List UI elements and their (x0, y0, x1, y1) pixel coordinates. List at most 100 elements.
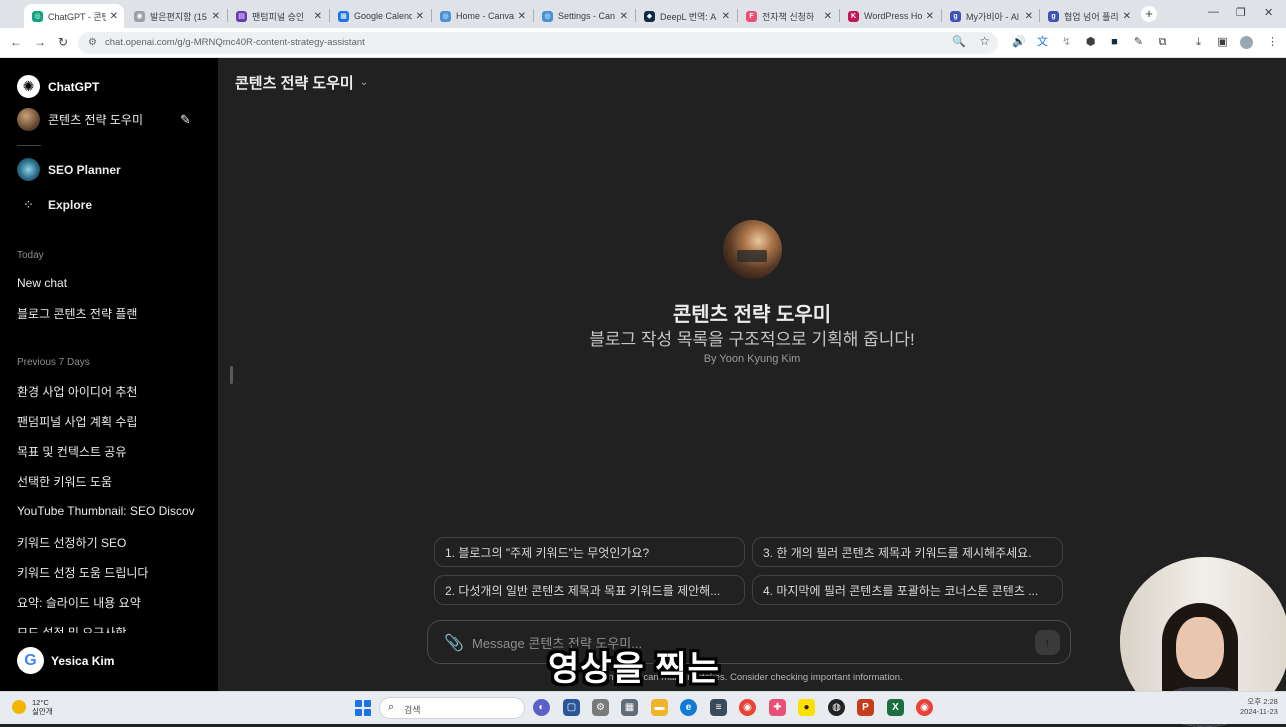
chat-history-item[interactable]: 블로그 콘텐츠 전략 플랜 (17, 305, 195, 322)
sidebar-item-seo-planner[interactable]: SEO Planner (17, 158, 121, 181)
kakaotalk-icon[interactable]: ● (798, 699, 815, 716)
weather-sun-icon (12, 700, 26, 714)
chat-history-item[interactable]: 환경 사업 아이디어 추천 (17, 383, 195, 400)
app-icon[interactable]: ✚ (769, 699, 786, 716)
tab-canva-home[interactable]: ◎ Home - Canva ✕ (432, 4, 532, 28)
excel-icon[interactable]: X (887, 699, 904, 716)
chat-history-item[interactable]: 요약: 슬라이드 내용 요약 (17, 594, 195, 611)
extension-brush-icon[interactable]: ✎ (1132, 36, 1145, 49)
chrome-icon[interactable]: ◉ (739, 699, 756, 716)
back-arrow-icon[interactable]: ← (10, 35, 22, 49)
extension-icon[interactable]: ↯ (1060, 36, 1073, 49)
close-tab-icon[interactable]: ✕ (824, 11, 832, 22)
close-tab-icon[interactable]: ✕ (722, 11, 730, 22)
sidebar-resize-handle[interactable] (230, 366, 233, 384)
calendar-favicon-icon: ▦ (338, 10, 349, 22)
download-icon[interactable]: ⤓ (1192, 36, 1205, 49)
sidebar-item-explore[interactable]: ⁘ Explore (17, 193, 92, 216)
chat-history-item[interactable]: 선택한 키워드 도움 (17, 473, 195, 490)
starter-prompt-3[interactable]: 3. 한 개의 필러 콘텐츠 제목과 키워드를 제시해주세요. (752, 537, 1063, 567)
forms-favicon-icon: ▤ (236, 10, 247, 22)
tab-forms[interactable]: ▤ 팬텀피널 승인 ✕ (228, 4, 328, 28)
tab-canva-settings[interactable]: ◎ Settings - Can ✕ (534, 4, 634, 28)
attach-paperclip-icon[interactable]: 📎 (444, 633, 464, 653)
gpt-avatar (17, 108, 40, 131)
close-tab-icon[interactable]: ✕ (416, 11, 424, 22)
tab-collab[interactable]: g 협업 넘어 플리 ✕ (1040, 4, 1137, 28)
windows-start-icon[interactable] (355, 700, 371, 716)
translate-icon[interactable]: 文 (1036, 36, 1049, 49)
starter-prompt-4[interactable]: 4. 마지막에 필러 콘텐츠를 포괄하는 코너스톤 콘텐츠 ... (752, 575, 1063, 605)
section-previous-7-days: Previous 7 Days (17, 357, 90, 368)
tab-label: Google Calend (354, 11, 412, 21)
tab-deepl[interactable]: ◆ DeepL 번역: A ✕ (636, 4, 736, 28)
audio-icon[interactable]: 🔊 (1012, 36, 1026, 49)
close-window-icon[interactable]: ✕ (1264, 6, 1273, 19)
close-tab-icon[interactable]: ✕ (1025, 11, 1033, 22)
send-arrow-icon[interactable]: ↑ (1035, 630, 1060, 655)
maximize-icon[interactable]: ❐ (1236, 6, 1246, 19)
clock-date: 2024-11-23 (1240, 707, 1278, 716)
new-tab-button[interactable]: + (1141, 6, 1157, 22)
chrome-profile-icon[interactable]: ◉ (916, 699, 933, 716)
chat-history-item[interactable]: YouTube Thumbnail: SEO Discove (17, 504, 195, 518)
tab-wordpress[interactable]: K WordPress Ho ✕ (840, 4, 940, 28)
starter-prompt-1[interactable]: 1. 블로그의 "주제 키워드"는 무엇인가요? (434, 537, 745, 567)
forward-arrow-icon[interactable]: → (34, 35, 46, 49)
gpt-model-selector[interactable]: 콘텐츠 전략 도우미 ⌄ (235, 72, 368, 93)
tab-chatgpt[interactable]: ◎ ChatGPT - 콘텐 ✕ (24, 4, 124, 28)
new-chat-edit-icon[interactable]: ✎ (180, 112, 191, 128)
system-clock[interactable]: 오후 2:28 2024-11-23 (1240, 697, 1278, 717)
chat-history-item[interactable]: 팬덤피널 사업 계획 수립 (17, 413, 195, 430)
chat-history-item[interactable]: New chat (17, 276, 195, 290)
close-tab-icon[interactable]: ✕ (212, 11, 220, 22)
site-info-icon[interactable]: ⚙ (88, 37, 97, 48)
taskbar-search[interactable]: ⌕ 검색 (379, 697, 525, 719)
edge-icon[interactable]: e (680, 699, 697, 716)
close-tab-icon[interactable]: ✕ (314, 11, 322, 22)
tab-label: Home - Canva (456, 11, 514, 21)
weather-widget[interactable]: 12°C 실안개 (12, 698, 53, 716)
tab-mail[interactable]: ◉ 발은편지함 (15 ✕ (126, 4, 226, 28)
copilot-icon[interactable]: ◐ (533, 699, 550, 716)
file-explorer-icon[interactable]: ▬ (651, 699, 668, 716)
user-account-button[interactable]: G Yesica Kim (17, 647, 114, 674)
notepad-icon[interactable]: ≡ (710, 699, 727, 716)
close-tab-icon[interactable]: ✕ (926, 11, 934, 22)
minimize-icon[interactable]: — (1208, 6, 1219, 18)
sidebar-item-label: Explore (48, 197, 93, 212)
close-tab-icon[interactable]: ✕ (110, 11, 118, 22)
close-tab-icon[interactable]: ✕ (518, 11, 526, 22)
bookmark-star-icon[interactable]: ☆ (979, 34, 990, 48)
message-composer: 📎 ↑ (427, 620, 1071, 664)
chat-history-item[interactable]: 목표 및 컨텍스트 공유 (17, 443, 195, 460)
tab-ebook[interactable]: F 전자책 신청하 ✕ (738, 4, 838, 28)
tab-label: 협업 넘어 플리 (1064, 11, 1119, 22)
url-bar[interactable]: ⚙ chat.openai.com/g/g-MRNQmc40R-content-… (78, 32, 998, 54)
address-toolbar: ← → ↻ ⚙ chat.openai.com/g/g-MRNQmc40R-co… (0, 28, 1286, 58)
chat-history-item[interactable]: 키워드 선정 도움 드립니다 (17, 564, 195, 581)
app-badge-icon[interactable]: ◍ (828, 699, 845, 716)
powerpoint-icon[interactable]: P (857, 699, 874, 716)
menu-kebab-icon[interactable]: ⋮ (1266, 36, 1279, 49)
starter-prompt-2[interactable]: 2. 다섯개의 일반 콘텐츠 제목과 목표 키워드를 제안해... (434, 575, 745, 605)
tab-google-calendar[interactable]: ▦ Google Calend ✕ (330, 4, 430, 28)
tab-gabia[interactable]: g My가비아 - Al ✕ (942, 4, 1039, 28)
calculator-icon[interactable]: ▦ (621, 699, 638, 716)
reload-icon[interactable]: ↻ (58, 35, 68, 49)
settings-gear-icon[interactable]: ⚙ (592, 699, 609, 716)
extensions-puzzle-icon[interactable]: ⧉ (1156, 36, 1169, 49)
sidebar-chatgpt-home[interactable]: ✺ ChatGPT (17, 75, 99, 98)
chat-history-item[interactable]: 모드 설정 및 요구사항 (17, 624, 195, 633)
side-panel-icon[interactable]: ▣ (1216, 36, 1229, 49)
profile-avatar[interactable] (1240, 36, 1253, 49)
sidebar-app-name: ChatGPT (48, 79, 100, 94)
zoom-icon[interactable]: 🔍 (952, 35, 966, 48)
sidebar-item-current-gpt[interactable]: 콘텐츠 전략 도우미 (17, 108, 143, 131)
chat-history-item[interactable]: 키워드 선정하기 SEO (17, 534, 195, 551)
extension-square-icon[interactable]: ■ (1108, 36, 1121, 49)
extension-hex-icon[interactable]: ⬢ (1084, 36, 1097, 49)
close-tab-icon[interactable]: ✕ (620, 11, 628, 22)
close-tab-icon[interactable]: ✕ (1123, 11, 1131, 22)
store-icon[interactable]: ▢ (563, 699, 580, 716)
